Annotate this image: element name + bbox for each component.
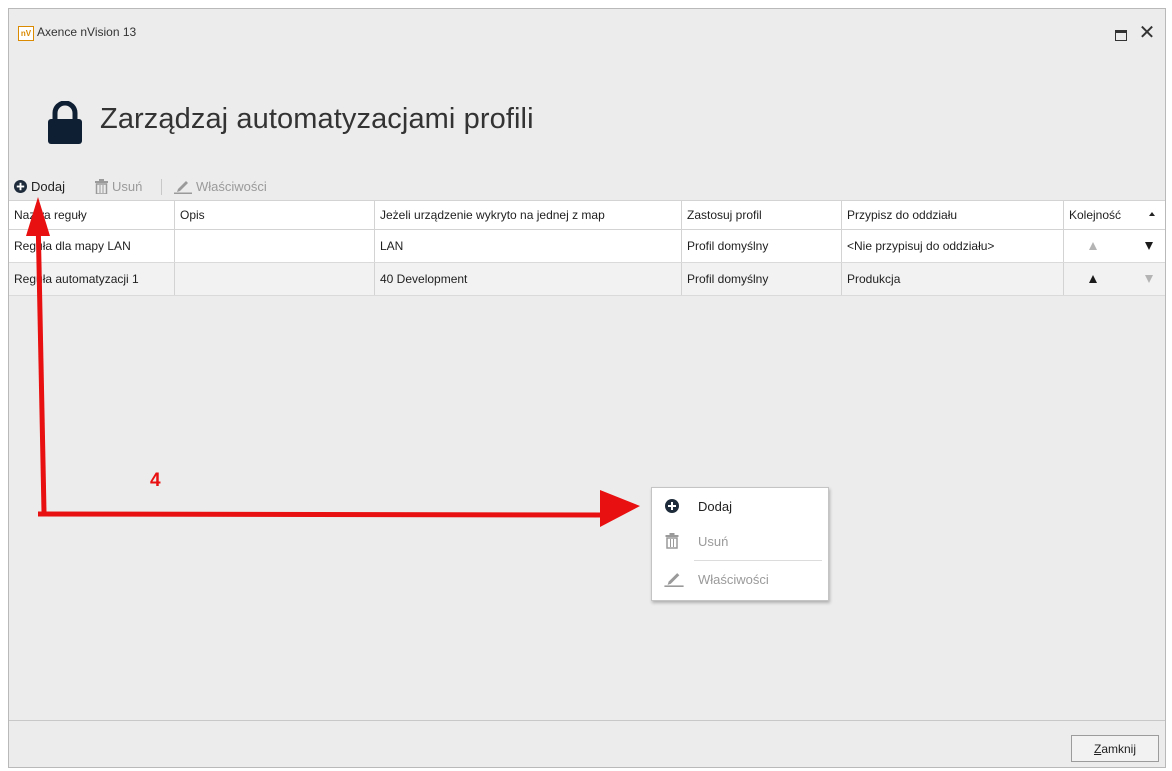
move-up-arrow-icon[interactable] bbox=[1089, 275, 1097, 283]
trash-icon bbox=[95, 178, 108, 194]
table-header: Nazwa reguły Opis Jeżeli urządzenie wykr… bbox=[9, 200, 1165, 230]
column-header-name[interactable]: Nazwa reguły bbox=[9, 201, 175, 229]
window-close-button[interactable]: ✕ bbox=[1138, 23, 1156, 43]
toolbar: Dodaj Usuń Właściwości bbox=[9, 173, 1165, 200]
column-header-order[interactable]: Kolejność bbox=[1064, 201, 1165, 229]
close-button-label: amknij bbox=[1101, 741, 1137, 756]
context-menu-properties[interactable]: Właściwości bbox=[652, 564, 828, 594]
close-dialog-button[interactable]: Zamknij bbox=[1071, 735, 1159, 762]
context-menu: Dodaj Usuń Właściwości bbox=[651, 487, 829, 601]
dialog-window: nV Axence nVision 13 ✕ Zarządzaj automat… bbox=[8, 8, 1166, 768]
column-header-order-label: Kolejność bbox=[1069, 208, 1122, 222]
pencil-icon bbox=[174, 180, 192, 194]
cell-description bbox=[175, 263, 375, 295]
title-bar: nV Axence nVision 13 ✕ bbox=[9, 9, 1165, 59]
trash-icon bbox=[665, 533, 679, 549]
delete-button-label: Usuń bbox=[112, 178, 143, 194]
close-button-mnemonic: Z bbox=[1093, 741, 1102, 756]
properties-button[interactable]: Właściwości bbox=[174, 177, 267, 195]
maximize-button[interactable] bbox=[1111, 25, 1129, 43]
page-header: Zarządzaj automatyzacjami profili bbox=[9, 79, 1165, 159]
cell-map: LAN bbox=[375, 230, 682, 262]
cell-branch: Produkcja bbox=[842, 263, 1064, 295]
context-menu-delete-label: Usuń bbox=[698, 534, 729, 549]
context-menu-delete[interactable]: Usuń bbox=[652, 526, 828, 556]
move-up-arrow-icon[interactable] bbox=[1089, 242, 1097, 250]
context-menu-add-label: Dodaj bbox=[698, 499, 732, 514]
move-down-arrow-icon[interactable] bbox=[1145, 275, 1153, 283]
table-row[interactable]: Reguła dla mapy LAN LAN Profil domyślny … bbox=[9, 230, 1165, 263]
add-button-label: Dodaj bbox=[31, 178, 65, 194]
context-menu-add[interactable]: Dodaj bbox=[652, 491, 828, 521]
delete-button[interactable]: Usuń bbox=[95, 177, 142, 195]
cell-name: Reguła automatyzacji 1 bbox=[9, 263, 175, 295]
app-logo-icon: nV bbox=[18, 26, 34, 41]
context-menu-separator bbox=[694, 560, 822, 561]
move-down-arrow-icon[interactable] bbox=[1145, 242, 1153, 250]
cell-profile: Profil domyślny bbox=[682, 230, 842, 262]
page-title: Zarządzaj automatyzacjami profili bbox=[100, 103, 534, 135]
lock-icon bbox=[48, 101, 82, 144]
rules-table: Nazwa reguły Opis Jeżeli urządzenie wykr… bbox=[9, 200, 1165, 720]
cell-description bbox=[175, 230, 375, 262]
column-header-profile[interactable]: Zastosuj profil bbox=[682, 201, 842, 229]
column-header-map[interactable]: Jeżeli urządzenie wykryto na jednej z ma… bbox=[375, 201, 682, 229]
pencil-icon bbox=[664, 573, 684, 587]
column-header-branch[interactable]: Przypisz do oddziału bbox=[842, 201, 1064, 229]
app-title: Axence nVision 13 bbox=[37, 25, 137, 39]
annotation-step-number: 4 bbox=[150, 470, 161, 491]
properties-button-label: Właściwości bbox=[196, 178, 267, 194]
cell-name: Reguła dla mapy LAN bbox=[9, 230, 175, 262]
plus-circle-icon bbox=[665, 499, 679, 513]
cell-branch: <Nie przypisuj do oddziału> bbox=[842, 230, 1064, 262]
toolbar-separator bbox=[161, 179, 162, 195]
cell-profile: Profil domyślny bbox=[682, 263, 842, 295]
add-button[interactable]: Dodaj bbox=[14, 177, 65, 195]
column-header-description[interactable]: Opis bbox=[175, 201, 375, 229]
sort-ascending-icon bbox=[1149, 212, 1155, 216]
context-menu-properties-label: Właściwości bbox=[698, 572, 769, 587]
cell-map: 40 Development bbox=[375, 263, 682, 295]
dialog-footer: Zamknij bbox=[9, 720, 1165, 768]
table-row[interactable]: Reguła automatyzacji 1 40 Development Pr… bbox=[9, 263, 1165, 296]
plus-circle-icon bbox=[14, 179, 27, 193]
